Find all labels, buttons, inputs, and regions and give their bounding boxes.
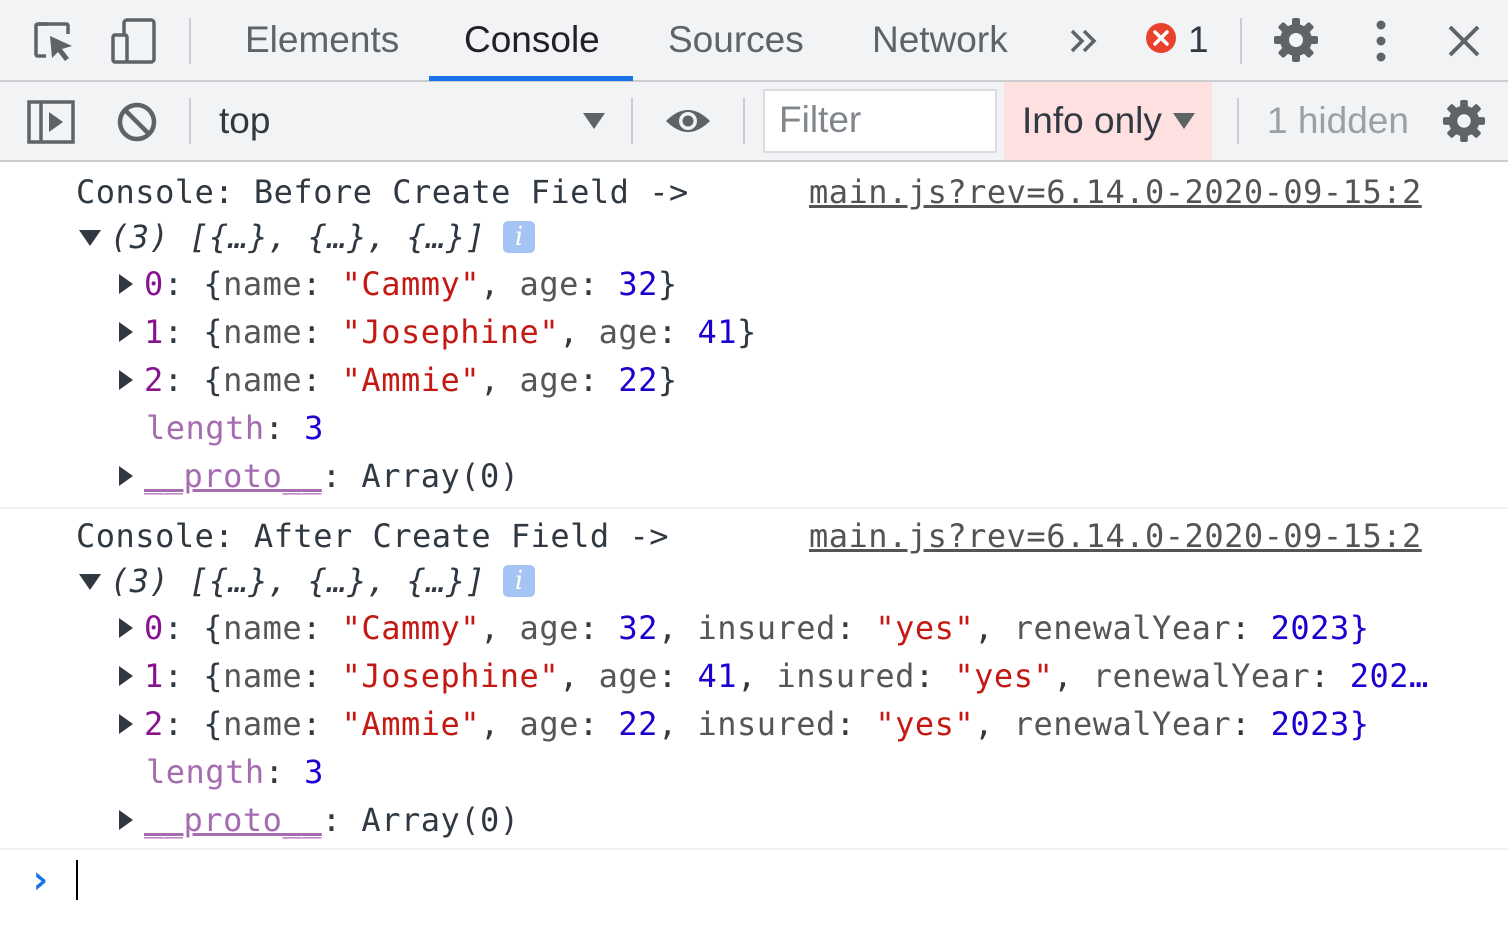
expand-triangle-icon[interactable]: [119, 322, 133, 342]
expand-triangle-icon[interactable]: [119, 666, 133, 686]
active-tab-indicator: [429, 76, 633, 81]
dropdown-triangle-icon[interactable]: [582, 112, 606, 130]
console-output: Console: Before Create Field -> main.js?…: [0, 162, 1508, 930]
more-options-kebab-icon[interactable]: [1370, 19, 1392, 63]
array-entry[interactable]: 0: {name: "Cammy", age: 32, insured: "ye…: [144, 606, 1369, 650]
array-entry[interactable]: 1: {name: "Josephine", age: 41, insured:…: [144, 654, 1429, 698]
array-length: length: 3: [146, 409, 324, 447]
hidden-messages-count: 1 hidden: [1267, 100, 1409, 141]
array-summary[interactable]: (3) [{…}, {…}, {…}]: [110, 559, 486, 603]
collapse-triangle-icon[interactable]: [79, 230, 101, 246]
console-message-label: Console: After Create Field ->: [76, 517, 669, 555]
close-icon[interactable]: [1446, 23, 1482, 59]
devtools-tab-bar: Elements Console Sources Network 1: [0, 0, 1508, 82]
expand-triangle-icon[interactable]: [119, 274, 133, 294]
info-icon[interactable]: i: [503, 221, 535, 253]
toolbar-divider: [1237, 98, 1239, 144]
info-icon[interactable]: i: [503, 565, 535, 597]
array-length: length: 3: [146, 753, 324, 791]
console-input[interactable]: [76, 860, 78, 900]
expand-triangle-icon[interactable]: [119, 714, 133, 734]
array-proto[interactable]: __proto__: Array(0): [144, 798, 520, 842]
device-toolbar-icon[interactable]: [110, 17, 158, 65]
console-settings-gear-icon[interactable]: [1442, 99, 1486, 143]
settings-gear-icon[interactable]: [1273, 17, 1319, 63]
clear-console-icon[interactable]: [116, 101, 158, 143]
expand-triangle-icon[interactable]: [119, 618, 133, 638]
filter-input[interactable]: Filter: [763, 89, 997, 153]
toolbar-divider: [631, 98, 633, 144]
message-divider: [0, 848, 1508, 850]
show-sidebar-icon[interactable]: [27, 100, 75, 144]
array-summary[interactable]: (3) [{…}, {…}, {…}]: [110, 215, 486, 259]
prompt-chevron-icon: ›: [28, 857, 53, 903]
toolbar-divider: [189, 98, 191, 144]
error-count[interactable]: 1: [1188, 0, 1209, 80]
array-entry[interactable]: 0: {name: "Cammy", age: 32}: [144, 262, 678, 306]
array-entry[interactable]: 2: {name: "Ammie", age: 22}: [144, 358, 678, 402]
double-chevron-right-icon[interactable]: [1068, 26, 1100, 56]
message-divider: [0, 507, 1508, 509]
array-entry[interactable]: 2: {name: "Ammie", age: 22, insured: "ye…: [144, 702, 1369, 746]
console-toolbar: top Filter Info only 1 hidden: [0, 82, 1508, 162]
source-link[interactable]: main.js?rev=6.14.0-2020-09-15:2: [809, 514, 1422, 558]
toolbar-divider: [743, 98, 745, 144]
array-entry[interactable]: 1: {name: "Josephine", age: 41}: [144, 310, 757, 354]
execution-context-select[interactable]: top: [219, 82, 270, 160]
expand-triangle-icon[interactable]: [119, 466, 133, 486]
tab-network[interactable]: Network: [872, 0, 1008, 80]
toolbar-divider: [1240, 18, 1242, 64]
tab-sources[interactable]: Sources: [668, 0, 804, 80]
console-message-label: Console: Before Create Field ->: [76, 173, 689, 211]
error-icon[interactable]: [1145, 22, 1177, 54]
expand-triangle-icon[interactable]: [119, 370, 133, 390]
inspect-element-icon[interactable]: [32, 20, 76, 64]
log-levels-label: Info only: [1022, 100, 1162, 141]
live-expression-eye-icon[interactable]: [664, 105, 712, 137]
array-proto[interactable]: __proto__: Array(0): [144, 454, 520, 498]
collapse-triangle-icon[interactable]: [79, 574, 101, 590]
tab-console[interactable]: Console: [464, 0, 600, 80]
toolbar-divider: [189, 18, 191, 64]
tab-elements[interactable]: Elements: [245, 0, 399, 80]
source-link[interactable]: main.js?rev=6.14.0-2020-09-15:2: [809, 170, 1422, 214]
log-levels-triangle-icon[interactable]: [1172, 112, 1196, 130]
expand-triangle-icon[interactable]: [119, 810, 133, 830]
